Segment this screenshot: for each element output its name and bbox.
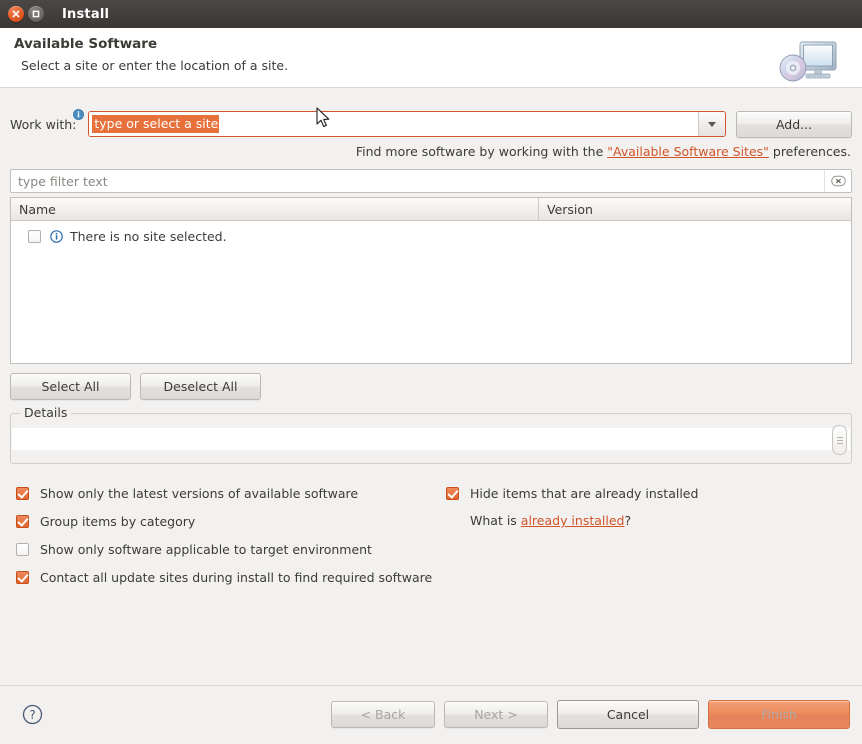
available-sites-hint: Find more software by working with the "… (10, 139, 852, 159)
option-group-by-category[interactable]: Group items by category (16, 507, 440, 535)
filter-row[interactable]: type filter text (10, 169, 852, 193)
column-header-name[interactable]: Name (11, 198, 539, 220)
work-with-combo[interactable]: type or select a site (88, 111, 726, 137)
what-is-after: ? (624, 513, 632, 528)
available-software-sites-link[interactable]: "Available Software Sites" (607, 144, 769, 159)
checkbox[interactable] (16, 486, 29, 500)
info-icon (50, 229, 63, 243)
option-label: Show only the latest versions of availab… (40, 485, 359, 501)
cancel-button[interactable]: Cancel (557, 700, 699, 729)
work-with-label: Work with: (10, 108, 85, 132)
add-button[interactable]: Add... (736, 110, 852, 138)
work-with-input[interactable]: type or select a site (89, 112, 698, 136)
finish-button[interactable]: Finish (708, 700, 850, 729)
dialog-footer: ? < Back Next > Cancel Finish (0, 685, 862, 743)
maximize-icon[interactable] (28, 6, 44, 22)
maximize-glyph (32, 10, 40, 18)
work-with-label-text: Work with: (10, 116, 77, 132)
options-left-column: Show only the latest versions of availab… (10, 479, 440, 591)
filter-input[interactable]: type filter text (11, 174, 824, 189)
chevron-down-glyph (708, 121, 716, 127)
options-right-column: Hide items that are already installed Wh… (440, 479, 698, 528)
help-icon[interactable]: ? (22, 704, 43, 725)
what-is-before: What is (470, 513, 521, 528)
install-monitor-disc-icon (770, 34, 844, 90)
next-button[interactable]: Next > (444, 701, 548, 728)
row-checkbox[interactable] (28, 229, 41, 243)
options-section: Show only the latest versions of availab… (10, 479, 852, 591)
option-label: Show only software applicable to target … (40, 541, 372, 557)
window-title: Install (62, 6, 110, 22)
window-titlebar: Install (0, 0, 862, 28)
grip-line (836, 436, 843, 438)
option-applicable-target-environment[interactable]: Show only software applicable to target … (16, 535, 440, 563)
option-label: Hide items that are already installed (470, 485, 699, 501)
row-name: There is no site selected. (70, 228, 227, 244)
deselect-all-button[interactable]: Deselect All (140, 373, 261, 400)
info-icon[interactable] (73, 108, 85, 120)
details-field (12, 428, 850, 450)
already-installed-link[interactable]: already installed (521, 513, 625, 528)
back-button[interactable]: < Back (331, 701, 435, 728)
option-show-latest-versions[interactable]: Show only the latest versions of availab… (16, 479, 440, 507)
close-icon[interactable] (8, 6, 24, 22)
checkbox[interactable] (16, 570, 29, 584)
option-contact-all-update-sites[interactable]: Contact all update sites during install … (16, 563, 440, 591)
option-label: Group items by category (40, 513, 196, 529)
details-legend: Details (20, 405, 72, 420)
column-header-version[interactable]: Version (539, 198, 851, 220)
table-header-row: Name Version (11, 198, 851, 221)
selection-buttons: Select All Deselect All (10, 373, 852, 400)
hint-before: Find more software by working with the (355, 144, 608, 159)
what-is-already-installed: What is already installed? (470, 513, 698, 528)
hint-after: preferences. (768, 144, 851, 159)
clear-filter-icon[interactable] (824, 170, 851, 192)
page-subtitle: Select a site or enter the location of a… (21, 58, 289, 73)
option-label: Contact all update sites during install … (40, 569, 433, 585)
close-glyph (12, 10, 20, 18)
checkbox[interactable] (16, 542, 29, 556)
details-group: Details (10, 405, 852, 464)
checkbox[interactable] (16, 514, 29, 528)
checkbox[interactable] (446, 486, 459, 500)
work-with-row: Work with: type or select a site Add... (10, 88, 852, 139)
dialog-body: Work with: type or select a site Add... … (0, 88, 862, 743)
dialog-header: Available Software Select a site or ente… (0, 28, 862, 88)
chevron-down-icon[interactable] (698, 112, 725, 136)
software-table[interactable]: Name Version There is no site selected. (10, 197, 852, 364)
option-hide-already-installed[interactable]: Hide items that are already installed (446, 479, 698, 507)
page-title: Available Software (14, 36, 158, 52)
scrollbar-thumb[interactable] (832, 425, 847, 455)
table-row[interactable]: There is no site selected. (11, 225, 851, 247)
grip-line (836, 442, 843, 444)
svg-text:?: ? (29, 708, 35, 722)
select-all-button[interactable]: Select All (10, 373, 131, 400)
work-with-value: type or select a site (92, 115, 220, 133)
grip-line (836, 439, 843, 441)
